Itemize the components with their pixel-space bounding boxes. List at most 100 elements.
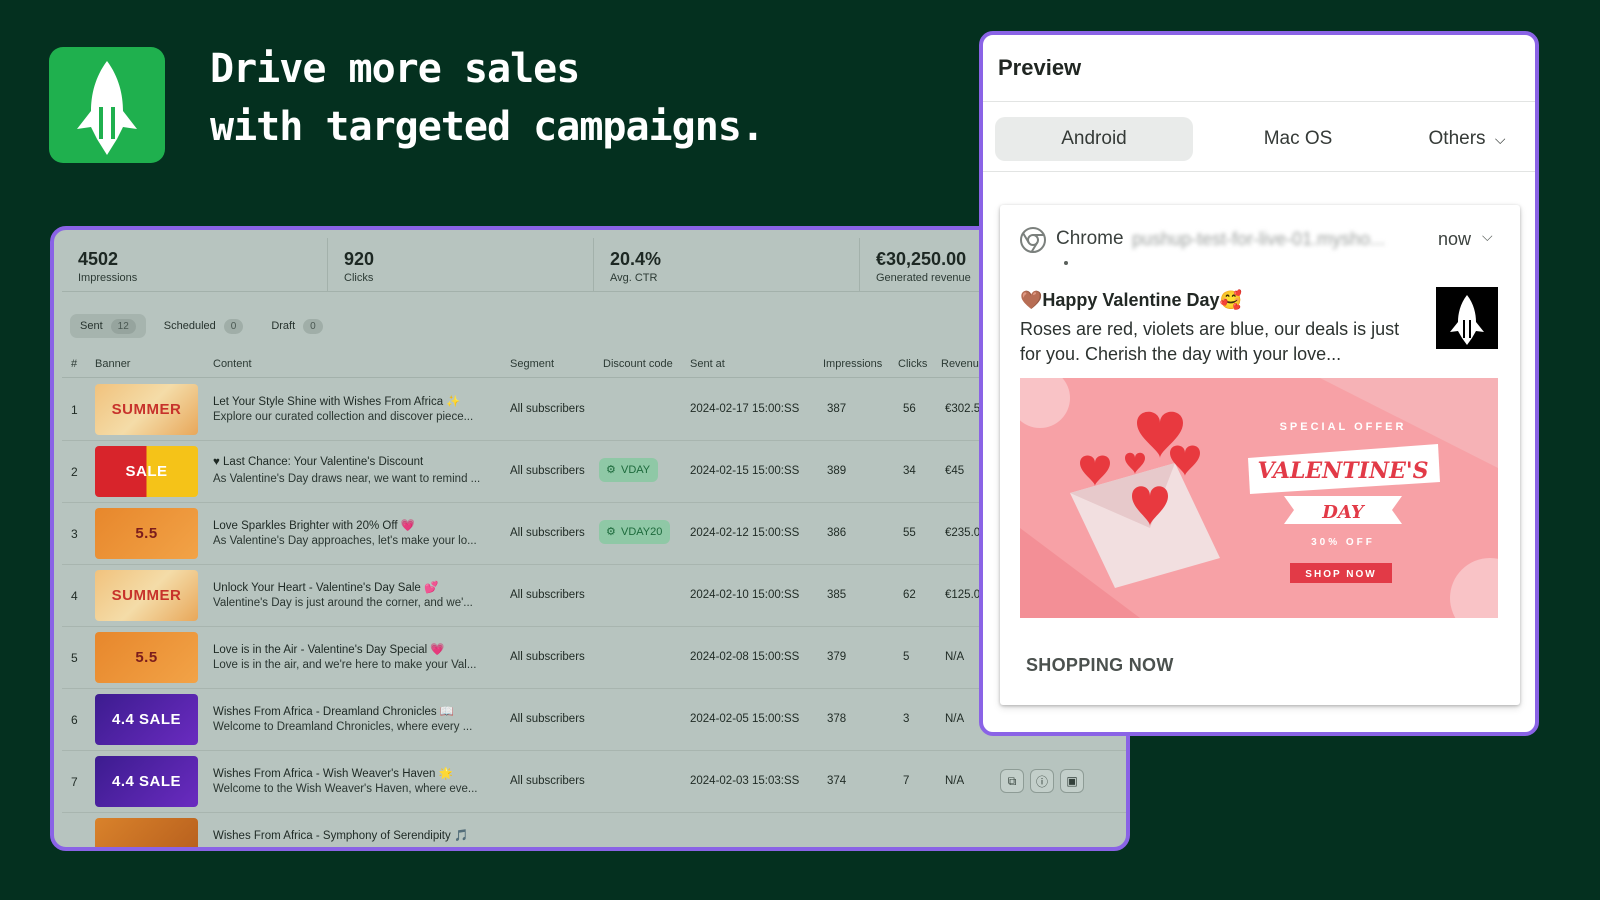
revenue: N/A [945,713,965,725]
campaign-title: Wishes From Africa - Dreamland Chronicle… [213,706,455,718]
segment: All subscribers [510,775,585,787]
banner-image: 5.5 [95,632,198,683]
discount-code-badge: VDAY20 [599,520,671,544]
rocket-icon [1450,295,1484,345]
banner-text: 5.5 [135,649,158,666]
divider [983,101,1535,102]
segment: All subscribers [510,651,585,663]
revenue: €125.0 [945,589,981,601]
sent-at: 2024-02-03 15:03:SS [690,775,800,787]
banner-image: SALE [95,446,198,497]
tab-label: Scheduled [163,320,216,332]
impressions: 386 [827,527,847,539]
banner-image: 4.4 SALE [95,694,198,745]
clicks: 55 [903,527,916,539]
campaign-description: As Valentine's Day approaches, let's mak… [213,535,477,547]
row-number: 6 [71,713,78,727]
table-row[interactable]: 7 4.4 SALE Wishes From Africa - Wish Wea… [62,751,1126,813]
tab-android[interactable]: Android [995,117,1193,161]
tab-label: Draft [271,320,296,332]
clicks: 5 [903,651,910,663]
banner-image: 4.4 SALE [95,756,198,807]
day-text: DAY [1321,502,1366,523]
table-row[interactable]: 1 SUMMER Let Your Style Shine with Wishe… [62,379,1126,441]
campaign-title: Love Sparkles Brighter with 20% Off 💗 [213,520,416,532]
tab-count: 0 [223,318,244,334]
row-number: 5 [71,651,78,665]
table-row[interactable]: 3 5.5 Love Sparkles Brighter with 20% Of… [62,503,1126,565]
column-discount-code: Discount code [603,358,673,370]
campaign-description: Valentine's Day is just around the corne… [213,597,473,609]
sent-at: 2024-02-17 15:00:SS [690,403,800,415]
campaign-title: Love is in the Air - Valentine's Day Spe… [213,644,445,656]
impressions: 378 [827,713,847,725]
impressions: 374 [827,775,847,787]
tab-others-label: Others [1428,128,1486,149]
stats-bar: 4502 Impressions 920 Clicks 20.4% Avg. C… [62,238,1126,292]
banner-text: 4.4 SALE [111,773,182,790]
stat-value: 20.4% [610,249,662,269]
tab-count: 12 [110,318,136,334]
column-segment: Segment [510,358,555,370]
notification-time: now [1438,229,1472,249]
campaign-description: Explore our curated collection and disco… [213,411,474,423]
stat-label: Avg. CTR [610,272,658,284]
segment: All subscribers [510,713,585,725]
impressions: 389 [827,465,847,477]
notification-header: Chrome pushup-test-for-live-01.mysho... … [1020,227,1500,253]
column-num: # [71,358,78,370]
divider [983,171,1535,172]
table-row[interactable]: Wishes From Africa - Symphony of Serendi… [62,813,1126,847]
notification-image: SPECIAL OFFER VALENTINE'S DAY 30% OFF SH… [1020,378,1498,618]
site-url: pushup-test-for-live-01.mysho... [1132,229,1386,249]
table-row[interactable]: 4 SUMMER Unlock Your Heart - Valentine's… [62,565,1126,627]
row-number: 2 [71,465,78,479]
clicks: 56 [903,403,916,415]
banner-image: SUMMER [95,570,198,621]
banner-image: SUMMER [95,384,198,435]
tab-sent[interactable]: Sent 12 [70,314,146,338]
clicks: 62 [903,589,916,601]
campaign-title: Wishes From Africa - Wish Weaver's Haven… [213,768,453,780]
shopping-now-button[interactable]: SHOPPING NOW [1026,655,1174,676]
info-icon[interactable]: ⓘ [1030,769,1054,793]
row-number: 3 [71,527,78,541]
impressions: 387 [827,403,847,415]
headline: Drive more sales with targeted campaigns… [210,40,765,156]
table-row[interactable]: 2 SALE ♥ Last Chance: Your Valentine's D… [62,441,1126,503]
revenue: N/A [945,775,965,787]
discount-code-badge: VDAY [599,458,659,482]
clicks: 7 [903,775,910,787]
valentines-text: VALENTINE'S [1258,458,1429,484]
campaigns-panel: 4502 Impressions 920 Clicks 20.4% Avg. C… [50,226,1130,851]
stat-ctr: 20.4% Avg. CTR [594,238,860,291]
tab-draft[interactable]: Draft 0 [261,314,332,338]
campaign-tabs: Sent 12 Scheduled 0 Draft 0 [70,314,333,338]
tab-others[interactable]: Others ⌵ [1403,117,1531,161]
tab-count: 0 [303,318,323,334]
table-row[interactable]: 6 4.4 SALE Wishes From Africa - Dreamlan… [62,689,1126,751]
row-actions: ⧉ ⓘ ▣ [1000,769,1084,793]
impressions: 379 [827,651,847,663]
chevron-down-icon: ⌵ [1494,131,1506,147]
banner-text: 5.5 [135,525,158,542]
banner-image: 5.5 [95,508,198,559]
rocket-icon [77,61,137,155]
impressions: 385 [827,589,847,601]
stat-label: Clicks [344,272,374,284]
archive-icon[interactable]: ▣ [1060,769,1084,793]
tab-scheduled[interactable]: Scheduled 0 [154,314,254,338]
special-offer-text: SPECIAL OFFER [1280,421,1407,433]
chevron-down-icon[interactable]: ⌵ [1482,228,1493,245]
duplicate-icon[interactable]: ⧉ [1000,769,1024,793]
sent-at: 2024-02-12 15:00:SS [690,527,800,539]
table-row[interactable]: 5 5.5 Love is in the Air - Valentine's D… [62,627,1126,689]
column-sent-at: Sent at [690,358,725,370]
stat-impressions: 4502 Impressions [62,238,328,291]
row-number: 1 [71,403,78,417]
campaign-title: Wishes From Africa - Symphony of Serendi… [213,830,469,842]
tab-mac-os[interactable]: Mac OS [1199,117,1397,161]
notification-body: Roses are red, violets are blue, our dea… [1020,319,1400,364]
notification-card[interactable]: Chrome pushup-test-for-live-01.mysho... … [1000,205,1520,705]
clicks: 34 [903,465,916,477]
